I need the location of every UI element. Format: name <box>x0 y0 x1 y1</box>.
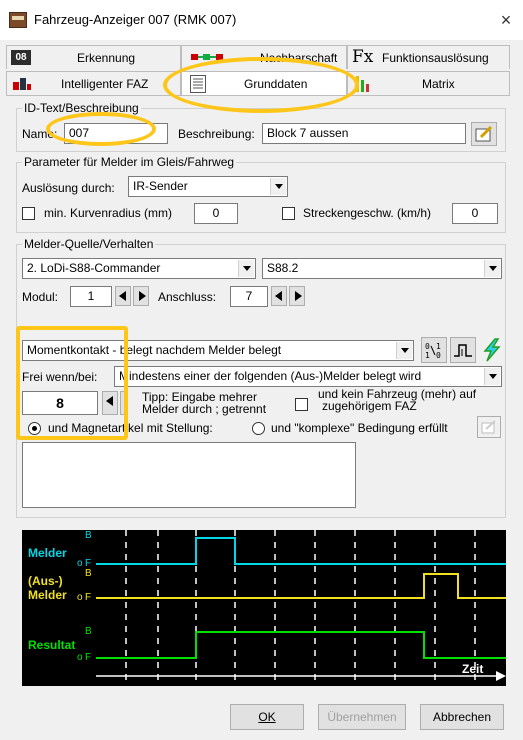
chevron-down-icon <box>484 368 500 385</box>
time-axis-label: Zeit <box>462 662 484 676</box>
frei-condition-select[interactable]: Mindestens einer der folgenden (Aus-)Mel… <box>114 366 502 387</box>
resultat-b-label: B <box>85 626 92 637</box>
bus-select[interactable]: S88.2 <box>262 258 502 279</box>
melder-row-label: Melder <box>28 546 67 560</box>
chevron-down-icon <box>484 260 500 277</box>
time-axis-arrow <box>496 671 506 681</box>
frei-highlight <box>16 326 128 440</box>
tip-text: Tipp: Eingabe mehrer Melder durch ; getr… <box>142 391 266 415</box>
trigger-select[interactable]: IR-Sender <box>128 176 288 197</box>
resultat-row-label: Resultat <box>28 638 76 652</box>
08-icon: 08 <box>11 50 31 65</box>
description-input[interactable]: Block 7 aussen <box>262 123 466 144</box>
aus-melder-dot: o <box>77 592 83 603</box>
chevron-down-icon <box>396 342 412 359</box>
tab-label: Intelligenter FAZ <box>61 77 149 91</box>
source-value: 2. LoDi-S88-Commander <box>27 261 161 275</box>
pulse-button[interactable] <box>450 337 476 363</box>
anschluss-increment-button[interactable] <box>289 286 305 306</box>
track-speed-input[interactable]: 0 <box>452 203 498 224</box>
description-label: Beschreibung: <box>178 127 255 141</box>
svg-text:1: 1 <box>436 342 441 351</box>
resultat-dot: o <box>77 652 83 663</box>
chevron-down-icon <box>270 178 286 195</box>
tab-erkennung[interactable]: 08 Erkennung <box>6 45 181 69</box>
edit-icon <box>481 420 496 434</box>
chevron-down-icon <box>238 260 254 277</box>
edit-condition-button[interactable] <box>477 416 501 438</box>
complex-condition-radio[interactable] <box>252 422 265 435</box>
bus-value: S88.2 <box>267 261 299 275</box>
lightning-icon <box>483 338 501 362</box>
anschluss-input[interactable]: 7 <box>230 286 268 307</box>
complex-condition-label: und "komplexe" Bedingung erfüllt <box>271 421 448 435</box>
aus-melder-row-label-1: (Aus-) <box>28 574 63 588</box>
no-vehicle-line-2: zugehörigem FAZ <box>322 399 417 413</box>
frei-condition-value: Mindestens einer der folgenden (Aus-)Mel… <box>119 369 422 383</box>
trigger-label: Auslösung durch: <box>22 181 115 195</box>
modul-increment-button[interactable] <box>133 286 149 306</box>
cancel-label: Abbrechen <box>432 710 492 724</box>
grunddaten-highlight <box>163 57 359 113</box>
apply-button[interactable]: Übernehmen <box>318 704 406 730</box>
ok-label: OK <box>258 710 276 724</box>
tab-label: Matrix <box>422 77 455 91</box>
no-vehicle-text: und kein Fahrzeug (mehr) auf zugehörigem… <box>318 388 476 412</box>
invert-signal-icon: 0 1 1 0 <box>425 342 441 360</box>
melder-signal-line <box>96 537 506 565</box>
flash-button[interactable] <box>479 337 505 363</box>
modul-label: Modul: <box>22 290 59 304</box>
tab-intelligenter-faz[interactable]: Intelligenter FAZ <box>6 71 181 95</box>
anschluss-label: Anschluss: <box>158 290 217 304</box>
apply-label: Übernehmen <box>327 710 397 724</box>
close-icon[interactable]: × <box>494 8 518 32</box>
signal-diagram-svg <box>96 530 506 686</box>
svg-text:1: 1 <box>425 351 430 359</box>
tab-label: Funktionsauslösung <box>382 51 489 65</box>
condition-memo[interactable] <box>22 442 356 508</box>
min-radius-checkbox[interactable] <box>22 207 35 220</box>
melder-b-label: B <box>85 530 92 541</box>
tab-label: Erkennung <box>77 51 136 65</box>
signal-diagram: Melder (Aus-) Melder Resultat B F B F B … <box>22 530 506 686</box>
parameter-groupbox <box>16 162 506 233</box>
cancel-button[interactable]: Abbrechen <box>420 704 504 730</box>
resultat-f-label: F <box>85 652 92 663</box>
invert-button[interactable]: 0 1 1 0 <box>421 337 447 363</box>
tip-line-2: Melder durch ; getrennt <box>142 402 267 416</box>
aus-melder-b-label: B <box>85 568 92 579</box>
min-radius-label: min. Kurvenradius (mm) <box>44 206 173 220</box>
modul-decrement-button[interactable] <box>115 286 131 306</box>
source-group-title: Melder-Quelle/Verhalten <box>22 237 156 251</box>
svg-text:0: 0 <box>436 351 441 359</box>
tab-matrix[interactable]: Matrix <box>347 71 510 95</box>
window-title: Fahrzeug-Anzeiger 007 (RMK 007) <box>34 12 237 27</box>
trigger-value: IR-Sender <box>133 179 188 193</box>
source-select[interactable]: 2. LoDi-S88-Commander <box>22 258 256 279</box>
intelligent-faz-icon <box>13 78 31 90</box>
time-gridlines <box>125 530 476 686</box>
min-radius-input[interactable]: 0 <box>194 203 238 224</box>
pulse-icon <box>454 344 472 357</box>
no-vehicle-checkbox[interactable] <box>295 398 308 411</box>
track-speed-checkbox[interactable] <box>282 207 295 220</box>
ok-button[interactable]: OK <box>230 704 304 730</box>
app-icon <box>9 12 27 28</box>
fx-icon: Fx <box>352 47 374 67</box>
melder-dot: o <box>77 558 83 569</box>
name-highlight <box>46 112 156 146</box>
anschluss-decrement-button[interactable] <box>271 286 287 306</box>
modul-input[interactable]: 1 <box>70 286 112 307</box>
edit-description-button[interactable] <box>471 122 497 146</box>
aus-melder-f-label: F <box>85 592 92 603</box>
aus-melder-row-label-2: Melder <box>28 588 67 602</box>
track-speed-label: Streckengeschw. (km/h) <box>303 206 432 220</box>
parameter-group-title: Parameter für Melder im Gleis/Fahrweg <box>22 155 237 169</box>
tab-funktionsausloesung[interactable]: Fx Funktionsauslösung <box>347 45 510 69</box>
svg-text:0: 0 <box>425 342 430 351</box>
edit-icon <box>475 125 493 142</box>
